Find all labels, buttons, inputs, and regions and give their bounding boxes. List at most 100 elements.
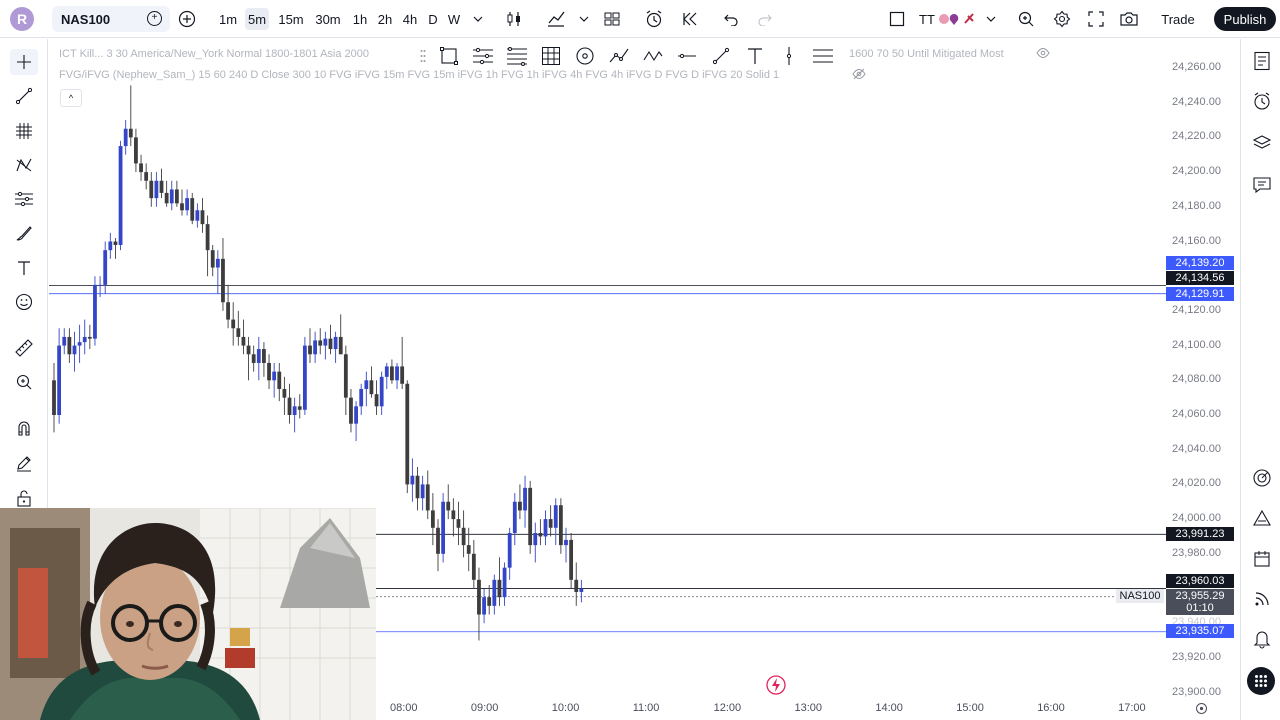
text-tool-icon[interactable] [10,255,38,281]
parallel-channel-icon[interactable] [466,42,500,70]
rectangle-tool-icon[interactable] [432,42,466,70]
more-tools-icon[interactable] [806,42,840,70]
zigzag-tool-icon[interactable] [636,42,670,70]
candle-type-icon[interactable] [502,0,526,38]
candle-body [226,302,230,320]
timeframe-d[interactable]: D [426,8,440,30]
user-avatar[interactable]: R [10,7,34,31]
text-annotation-icon[interactable] [738,42,772,70]
fib-channel-icon[interactable] [500,42,534,70]
price-axis-tick: 24,020.00 [1172,477,1221,490]
candle-body [323,338,328,346]
zoom-in-icon[interactable] [10,369,38,395]
timeframe-30m[interactable]: 30m [313,8,343,30]
target-radar-icon[interactable] [1249,465,1275,491]
news-feed-icon[interactable] [1249,586,1275,612]
ruler-icon[interactable] [10,335,38,361]
time-axis-tick: 15:00 [956,702,984,714]
settings-gear-icon[interactable] [1050,0,1074,38]
template-dropdown-icon[interactable] [984,0,998,38]
timeframe-15m[interactable]: 15m [276,8,306,30]
candle-body [302,345,307,410]
indicators-chart-icon[interactable] [544,0,568,38]
trend-line-icon[interactable] [10,83,38,109]
vertical-line-icon[interactable] [772,42,806,70]
timeframe-2h[interactable]: 2h [374,8,396,30]
crosshair-icon[interactable] [10,49,38,75]
horizontal-ray-icon[interactable] [670,42,704,70]
candle-body [190,198,195,221]
time-axis-settings-icon[interactable] [1195,702,1209,716]
indicator-emoji-icons[interactable] [938,0,978,38]
calendar-icon[interactable] [1249,546,1275,572]
price-label-low-line[interactable]: 23,935.07 [1166,624,1234,638]
timeframe-1m[interactable]: 1m [216,8,240,30]
symbol-compare-icon[interactable]: + [147,11,162,26]
price-axis-tick: 24,060.00 [1172,408,1221,420]
lightning-alert-icon[interactable] [765,674,787,696]
candle-body [477,579,481,615]
floating-drawing-toolbar [414,42,846,70]
timeframe-4h[interactable]: 4h [400,8,420,30]
grid-tool-icon[interactable] [534,42,568,70]
chart-type-dropdown-icon[interactable] [576,0,592,38]
candle-body [82,336,87,343]
legend-ict-killzones-continued[interactable]: 1600 70 50 Until Mitigated Most [849,48,1004,60]
watchlist-icon[interactable] [1249,48,1275,74]
timeframe-w[interactable]: W [444,8,464,30]
fullscreen-icon[interactable] [1084,0,1108,38]
candle-body [67,336,72,355]
candle-body [482,597,486,615]
candle-body [502,567,507,598]
timeframe-dropdown-icon[interactable] [470,0,486,38]
timeframe-1h[interactable]: 1h [350,8,370,30]
replay-icon[interactable] [678,0,702,38]
stay-drawing-pencil-icon[interactable] [10,450,38,476]
hide-indicator-eye-icon[interactable] [1036,47,1052,61]
drag-handle-icon[interactable] [414,42,432,70]
candle-body [461,527,466,546]
path-tool-icon[interactable] [602,42,636,70]
forecast-icon[interactable] [10,186,38,212]
price-label-level[interactable]: 23,991.23 [1166,527,1234,541]
legend-ict-killzones[interactable]: ICT Kill... 3 30 America/New_York Normal… [59,48,369,60]
current-price-label[interactable]: 23,955.29 01:10 [1166,589,1234,615]
candle-body [451,510,456,520]
alert-clock-icon[interactable] [642,0,666,38]
fullscreen-square-icon[interactable] [886,0,908,38]
add-symbol-icon[interactable] [176,0,198,38]
gann-grid-icon[interactable] [10,118,38,144]
brush-icon[interactable] [10,220,38,246]
alerts-clock-icon[interactable] [1249,88,1275,114]
line-tool-icon[interactable] [704,42,738,70]
webcam-video-frame [0,508,376,720]
price-label-horizontal-line[interactable]: 24,134.56 [1166,271,1234,285]
notifications-bell-icon[interactable] [1249,626,1275,652]
publish-button[interactable]: Publish [1214,7,1276,31]
price-label-fvg-top[interactable]: 24,139.20 [1166,256,1234,270]
candle-body [512,501,517,533]
redo-icon[interactable] [754,0,776,38]
legend-fvg-ifvg[interactable]: FVG/iFVG (Nephew_Sam_) 15 60 240 D Close… [59,69,779,81]
layout-grid-icon[interactable] [600,0,624,38]
hidden-indicator-eye-icon[interactable] [852,68,868,82]
camera-snapshot-icon[interactable] [1116,0,1142,38]
quick-search-icon[interactable] [1014,0,1038,38]
symbol-search[interactable]: NAS100 + [52,6,170,32]
price-label-level-2[interactable]: 23,960.03 [1166,574,1234,588]
undo-icon[interactable] [720,0,742,38]
candle-body [543,519,548,537]
price-label-fvg-bottom[interactable]: 24,129.91 [1166,287,1234,301]
target-tool-icon[interactable] [568,42,602,70]
timeframe-5m[interactable]: 5m [245,8,269,30]
trade-button[interactable]: Trade [1152,7,1204,31]
object-tree-layers-icon[interactable] [1249,130,1275,156]
chat-icon[interactable] [1249,172,1275,198]
apps-grid-icon[interactable] [1247,667,1275,695]
pattern-icon[interactable] [10,152,38,178]
emoji-icon[interactable] [10,289,38,315]
ideas-stream-icon[interactable] [1249,505,1275,531]
magnet-icon[interactable] [10,415,38,441]
collapse-legend-icon[interactable]: ^ [60,89,82,107]
indicator-template-label[interactable]: TT [916,0,938,38]
